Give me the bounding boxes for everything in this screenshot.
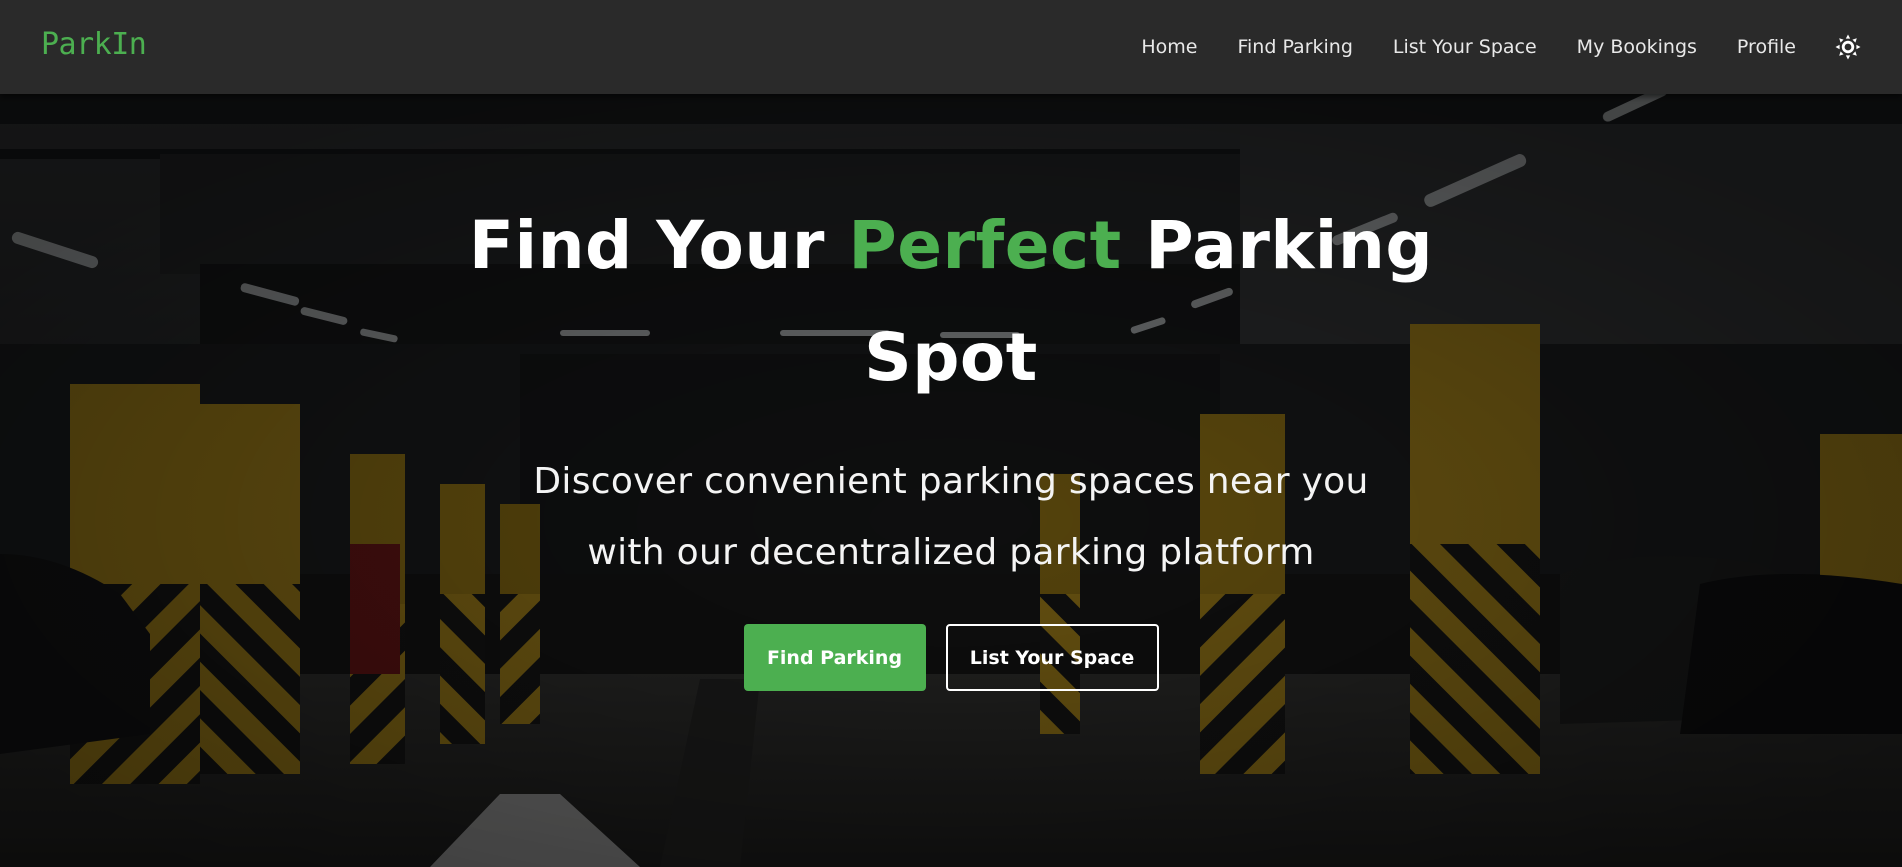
navbar: ParkIn Home Find Parking List Your Space…: [0, 0, 1902, 94]
nav-link-profile[interactable]: Profile: [1737, 36, 1796, 58]
hero-title-part-2: Parking: [1121, 207, 1434, 284]
nav-link-list-your-space[interactable]: List Your Space: [1393, 36, 1537, 58]
hero-title: Find Your Perfect Parking Spot: [0, 190, 1902, 414]
nav-link-home[interactable]: Home: [1141, 36, 1197, 58]
sun-icon: [1835, 34, 1861, 60]
cta-row: Find Parking List Your Space: [0, 624, 1902, 691]
theme-toggle-button[interactable]: [1834, 33, 1862, 61]
hero-section: Find Your Perfect Parking Spot Discover …: [0, 94, 1902, 867]
brand-logo[interactable]: ParkIn: [41, 27, 147, 62]
nav-link-find-parking[interactable]: Find Parking: [1237, 36, 1352, 58]
hero-subtitle-line-1: Discover convenient parking spaces near …: [533, 461, 1369, 502]
find-parking-button[interactable]: Find Parking: [743, 624, 926, 691]
hero-title-line-1: Find Your Perfect Parking: [0, 190, 1902, 302]
page: ParkIn Home Find Parking List Your Space…: [0, 0, 1902, 867]
nav-link-my-bookings[interactable]: My Bookings: [1577, 36, 1697, 58]
hero-subtitle: Discover convenient parking spaces near …: [0, 446, 1902, 588]
hero-title-line-2: Spot: [864, 319, 1038, 396]
nav-links: Home Find Parking List Your Space My Boo…: [1141, 0, 1902, 94]
hero-subtitle-line-2: with our decentralized parking platform: [587, 532, 1315, 573]
list-your-space-button[interactable]: List Your Space: [945, 624, 1159, 691]
hero-title-part-1: Find Your: [468, 207, 849, 284]
hero-title-accent: Perfect: [848, 207, 1122, 284]
